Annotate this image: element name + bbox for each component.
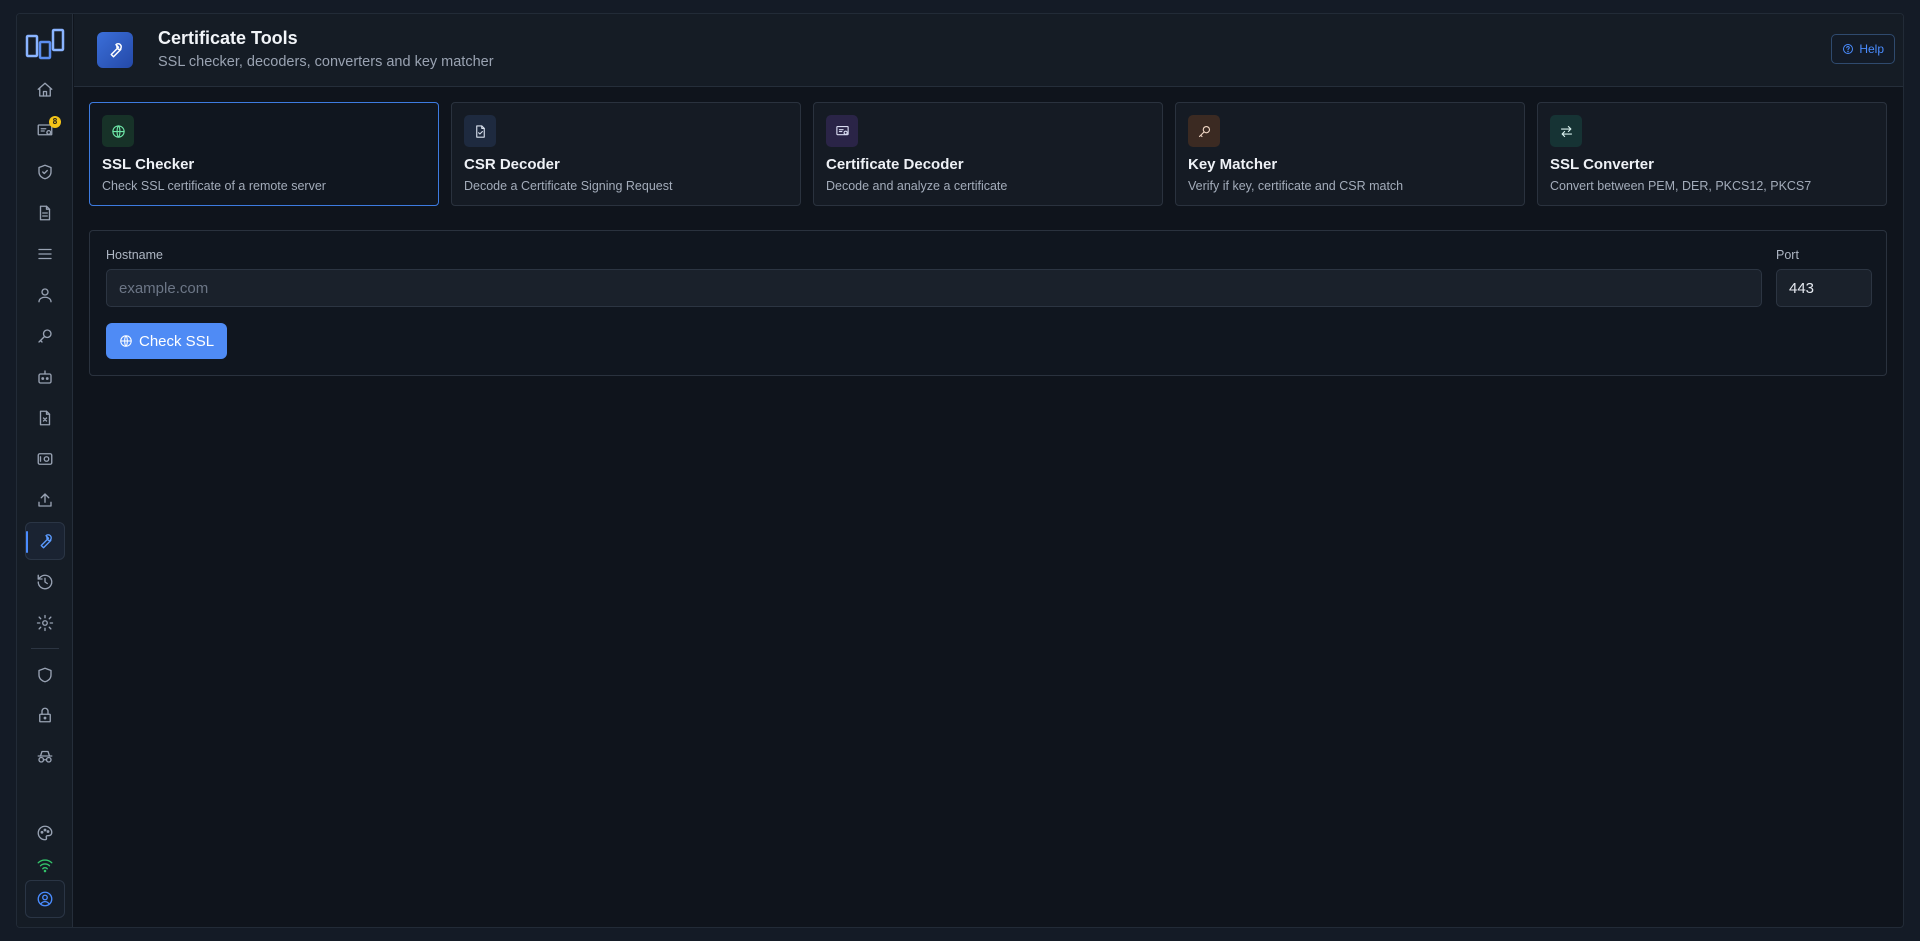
upload-icon: [38, 493, 52, 507]
sidebar-item-lock[interactable]: [25, 696, 65, 734]
sidebar-item-upload[interactable]: [25, 481, 65, 519]
tool-card-title: Key Matcher: [1188, 156, 1278, 173]
globe-icon: [120, 335, 132, 347]
tool-card-key-matcher[interactable]: Key Matcher Verify if key, certificate a…: [1175, 102, 1525, 206]
card-icon-container: [826, 115, 858, 147]
sidebar-item-settings[interactable]: [25, 604, 65, 642]
ssl-checker-form: Hostname Port Check SSL: [89, 230, 1887, 376]
header-tool-icon: [97, 32, 133, 68]
wrench-icon: [110, 43, 122, 58]
lock-icon: [39, 707, 51, 723]
wrench-icon: [40, 534, 52, 549]
card-icon-container: [102, 115, 134, 147]
sidebar-item-theme[interactable]: [25, 814, 65, 852]
tool-card-title: CSR Decoder: [464, 156, 560, 173]
page-subtitle: SSL checker, decoders, converters and ke…: [158, 54, 494, 70]
bot-icon: [38, 370, 52, 384]
tool-card-title: SSL Checker: [102, 156, 195, 173]
sidebar-item-file-code[interactable]: [25, 399, 65, 437]
gear-icon: [36, 614, 54, 632]
tool-card-certificate-decoder[interactable]: Certificate Decoder Decode and analyze a…: [813, 102, 1163, 206]
tool-card-title: Certificate Decoder: [826, 156, 964, 173]
tool-cards: SSL Checker Check SSL certificate of a r…: [89, 102, 1887, 206]
card-icon-container: [464, 115, 496, 147]
key-icon: [1198, 125, 1210, 137]
check-ssl-button-label: Check SSL: [139, 332, 215, 350]
page-title: Certificate Tools: [158, 28, 298, 48]
app-logo[interactable]: [25, 28, 65, 60]
incognito-icon: [37, 750, 53, 763]
swap-arrows-icon: [1560, 125, 1572, 137]
sidebar-item-shield-check[interactable]: [25, 153, 65, 191]
tool-card-description: Check SSL certificate of a remote server: [102, 179, 326, 193]
sidebar-item-keys[interactable]: [25, 317, 65, 355]
logo-icon: [25, 28, 65, 60]
globe-icon: [111, 124, 125, 138]
tool-card-description: Decode a Certificate Signing Request: [464, 179, 673, 193]
sidebar-divider: [31, 648, 59, 649]
wifi-icon: [37, 859, 53, 873]
sidebar-item-profile[interactable]: [25, 880, 65, 918]
hostname-label: Hostname: [106, 248, 163, 262]
card-icon-container: [1188, 115, 1220, 147]
vault-icon: [37, 453, 53, 465]
sidebar-item-vault[interactable]: [25, 440, 65, 478]
list-icon: [38, 248, 52, 260]
check-ssl-button[interactable]: Check SSL: [106, 323, 228, 359]
sidebar-item-incognito[interactable]: [25, 737, 65, 775]
tool-card-title: SSL Converter: [1550, 156, 1654, 173]
file-icon: [475, 124, 485, 138]
user-circle-icon: [37, 891, 53, 907]
sidebar-item-history[interactable]: [25, 563, 65, 601]
document-icon: [39, 205, 51, 221]
sidebar-item-documents[interactable]: [25, 194, 65, 232]
help-circle-icon: [1843, 44, 1854, 54]
tool-card-ssl-converter[interactable]: SSL Converter Convert between PEM, DER, …: [1537, 102, 1887, 206]
sidebar-item-home[interactable]: [25, 71, 65, 109]
history-icon: [37, 574, 53, 590]
sidebar-item-certificates[interactable]: 8: [25, 112, 65, 150]
shield-icon: [38, 667, 52, 683]
certificate-icon: [835, 125, 849, 135]
key-icon: [38, 329, 52, 343]
card-icon-container: [1550, 115, 1582, 147]
palette-icon: [37, 825, 53, 841]
tool-card-csr-decoder[interactable]: CSR Decoder Decode a Certificate Signing…: [451, 102, 801, 206]
shield-check-icon: [38, 164, 52, 180]
file-x-icon: [39, 410, 51, 426]
help-button[interactable]: Help: [1831, 34, 1895, 64]
help-button-label: Help: [1859, 42, 1884, 56]
sidebar-item-shield[interactable]: [25, 656, 65, 694]
port-label: Port: [1776, 248, 1799, 262]
port-input[interactable]: [1776, 269, 1872, 307]
app-window: 8 Certificate Tools SSL checker, decoder…: [16, 13, 1904, 928]
sidebar-item-bots[interactable]: [25, 358, 65, 396]
sidebar-item-tools[interactable]: [25, 522, 65, 560]
home-icon: [37, 82, 53, 97]
hostname-input[interactable]: [106, 269, 1762, 307]
tool-card-ssl-checker[interactable]: SSL Checker Check SSL certificate of a r…: [89, 102, 439, 206]
sidebar-item-list[interactable]: [25, 235, 65, 273]
tool-card-description: Convert between PEM, DER, PKCS12, PKCS7: [1550, 179, 1812, 193]
sidebar-item-users[interactable]: [25, 276, 65, 314]
page-header: Certificate Tools SSL checker, decoders,…: [74, 14, 1903, 87]
tool-card-description: Decode and analyze a certificate: [826, 179, 1008, 193]
sidebar: 8: [17, 14, 73, 927]
sidebar-item-connection[interactable]: [25, 852, 65, 878]
notification-badge: 8: [49, 116, 61, 128]
user-icon: [38, 288, 52, 303]
tool-card-description: Verify if key, certificate and CSR match: [1188, 179, 1404, 193]
